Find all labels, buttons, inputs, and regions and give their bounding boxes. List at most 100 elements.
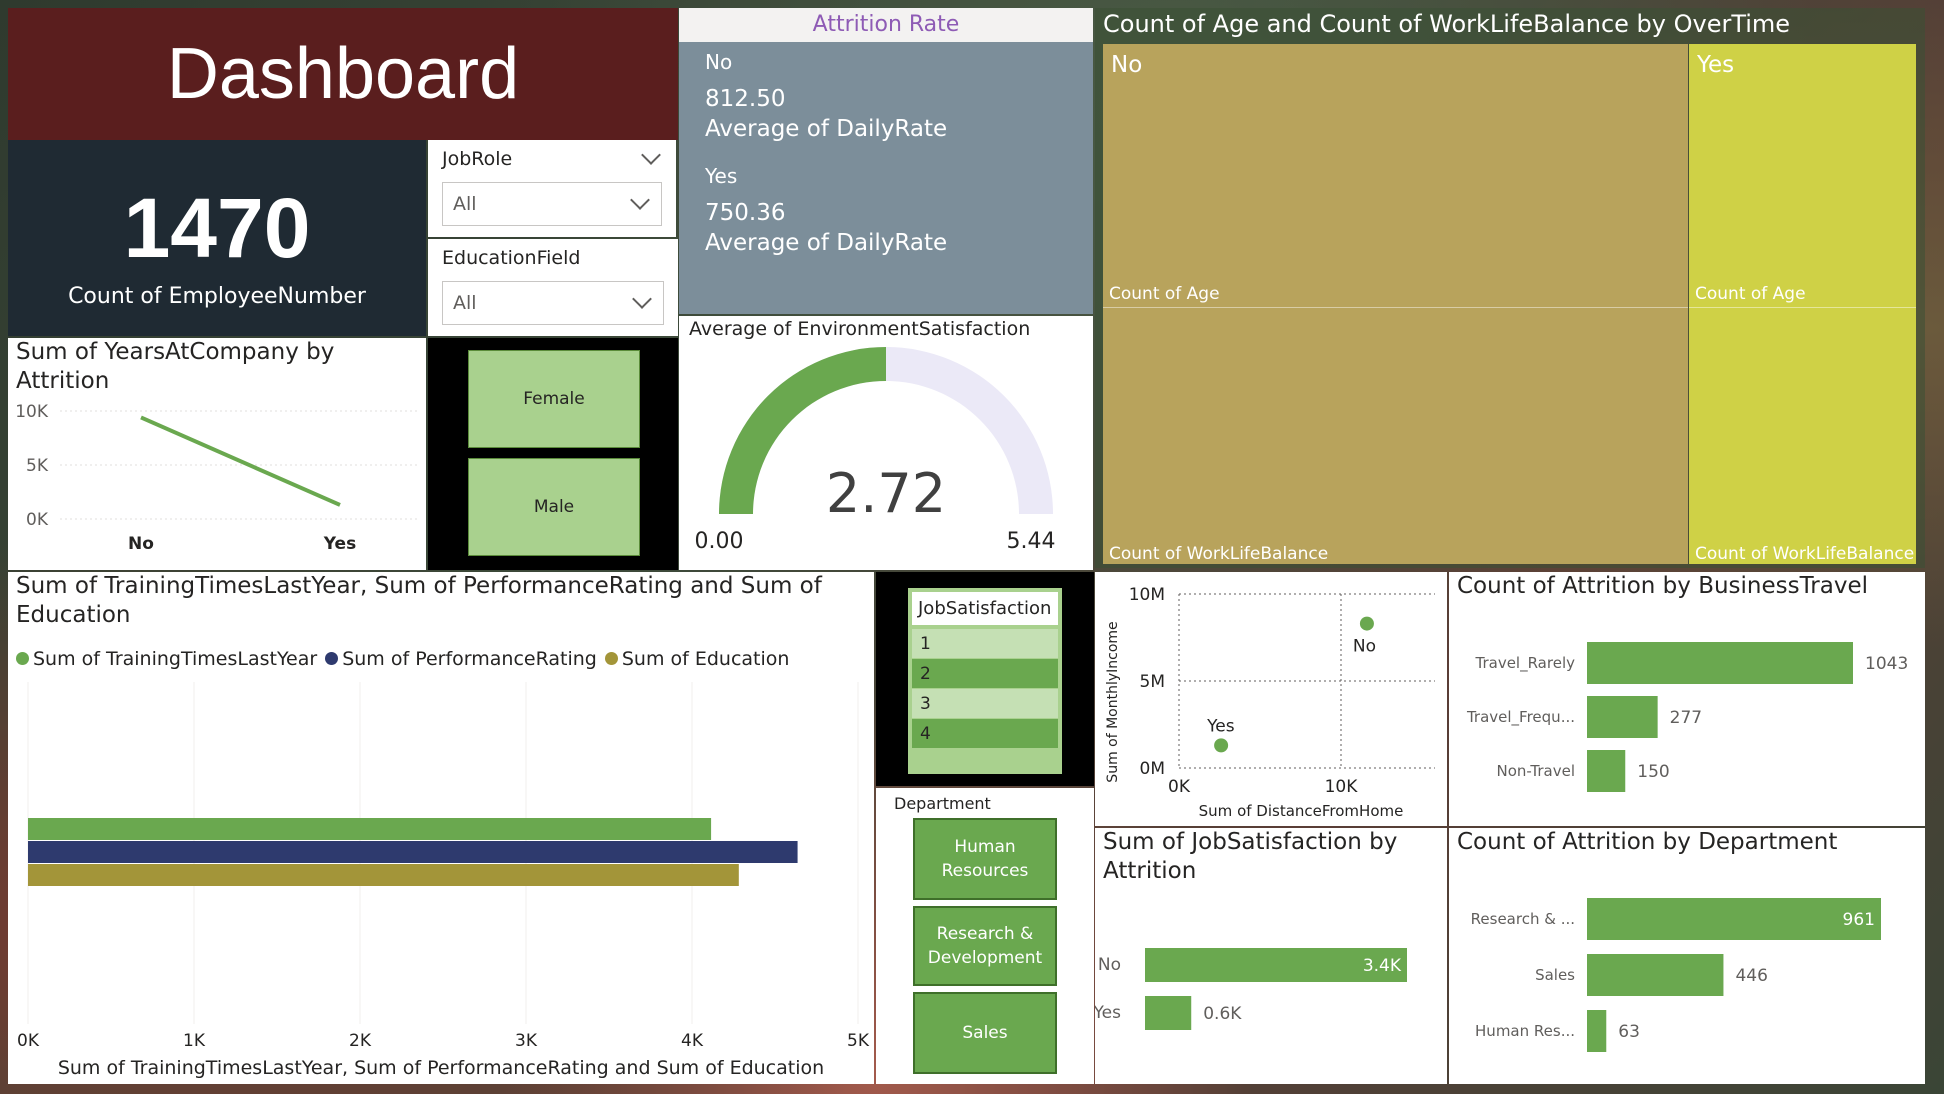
gauge-min: 0.00 <box>695 529 744 554</box>
x-tick: 1K <box>183 1031 206 1051</box>
attrition-rate-card[interactable]: Attrition Rate No 812.50 Average of Dail… <box>679 8 1093 314</box>
jobrole-label: JobRole <box>442 148 513 170</box>
jobsatisfaction-item-1[interactable]: 1 <box>912 629 1058 658</box>
y-tick: 10K <box>15 402 49 422</box>
attrition-no-label: No <box>705 50 733 74</box>
y-axis-title: Sum of MonthlyIncome <box>1105 621 1121 782</box>
chevron-down-icon <box>630 190 650 210</box>
department-slicer[interactable]: Department Human Resources Research & De… <box>876 788 1094 1084</box>
data-label: 1043 <box>1865 654 1908 674</box>
department-chart-card[interactable]: Count of Attrition by Department Researc… <box>1449 828 1925 1084</box>
scatter-chart[interactable]: Sum of MonthlyIncome 10M 5M 0M 0K 10K Su… <box>1095 572 1447 826</box>
scatter-point <box>1214 738 1229 753</box>
treemap-yes-bottom: Count of WorkLifeBalance <box>1695 544 1915 564</box>
gender-female-button[interactable]: Female <box>468 350 640 448</box>
gender-slicer[interactable]: Female Male <box>428 338 678 570</box>
x-axis-title: Sum of TrainingTimesLastYear, Sum of Per… <box>58 1057 824 1079</box>
department-bar-chart[interactable]: Research & ... 961 Sales 446 Human Res... 63 <box>1449 828 1925 1084</box>
x-tick: Yes <box>323 534 356 554</box>
treemap-title: Count of Age and Count of WorkLifeBalanc… <box>1103 10 1791 38</box>
y-tick: 0M <box>1140 759 1165 779</box>
bar <box>1587 954 1724 996</box>
treemap-no-bottom: Count of WorkLifeBalance <box>1109 544 1329 564</box>
category-label: Travel_Frequ... <box>1466 708 1575 727</box>
bar <box>1587 750 1626 792</box>
bar <box>1587 696 1658 738</box>
department-sales-button[interactable]: Sales <box>913 992 1057 1074</box>
y-tick: 0K <box>26 510 49 530</box>
point-label: Yes <box>1206 716 1235 736</box>
category-label: Sales <box>1535 966 1575 984</box>
department-hr-button[interactable]: Human Resources <box>913 818 1057 900</box>
data-label: 150 <box>1637 762 1669 782</box>
jobsatisfaction-item-3[interactable]: 3 <box>912 689 1058 718</box>
bar <box>1587 898 1881 940</box>
x-tick: 2K <box>349 1031 372 1051</box>
attrition-no-value: 812.50 <box>705 86 786 112</box>
attrition-no-measure: Average of DailyRate <box>705 116 948 142</box>
category-label: No <box>1098 955 1121 975</box>
department-rd-button[interactable]: Research & Development <box>913 906 1057 986</box>
jobsatisfaction-item-4[interactable]: 4 <box>912 719 1058 748</box>
gauge-max: 5.44 <box>1007 529 1056 554</box>
dashboard-header: Dashboard <box>8 8 678 140</box>
x-tick: 4K <box>681 1031 704 1051</box>
gender-male-button[interactable]: Male <box>468 458 640 556</box>
educationfield-label: EducationField <box>442 247 581 269</box>
treemap-no-top: Count of Age <box>1109 284 1220 304</box>
x-tick: 0K <box>17 1031 40 1051</box>
category-label: Non-Travel <box>1496 762 1575 780</box>
treemap-group-yes: Yes <box>1697 52 1735 78</box>
educationfield-dropdown[interactable]: All <box>442 281 664 325</box>
kpi-card[interactable]: 1470 Count of EmployeeNumber <box>8 140 426 336</box>
bar-performance-rating <box>28 841 798 863</box>
gauge-value: 2.72 <box>826 462 946 525</box>
jobsatisfaction-slicer[interactable]: JobSatisfaction 1 2 3 4 <box>876 572 1094 786</box>
business-travel-card[interactable]: Count of Attrition by BusinessTravel Tra… <box>1449 572 1925 826</box>
attrition-rate-title: Attrition Rate <box>679 8 1093 42</box>
jobrole-slicer[interactable]: JobRole All <box>428 140 676 237</box>
bar <box>1145 996 1192 1030</box>
gauge-chart[interactable]: 2.72 0.00 5.44 <box>679 316 1093 570</box>
x-tick: 5K <box>847 1031 870 1051</box>
educationfield-slicer[interactable]: EducationField All <box>428 239 678 336</box>
dashboard-title: Dashboard <box>166 34 520 114</box>
attrition-yes-label: Yes <box>705 164 738 188</box>
js-attrition-bar-chart[interactable]: No 3.4K Yes 0.6K <box>1095 828 1447 1084</box>
treemap-group-no: No <box>1111 52 1143 78</box>
treemap-card[interactable]: Count of Age and Count of WorkLifeBalanc… <box>1095 8 1925 568</box>
scatter-chart-card[interactable]: Sum of MonthlyIncome 10M 5M 0M 0K 10K Su… <box>1095 572 1447 826</box>
jobsatisfaction-item-2[interactable]: 2 <box>912 659 1058 688</box>
bar-training-times <box>28 818 712 840</box>
treemap-tile-yes[interactable]: Yes Count of Age Count of WorkLifeBalanc… <box>1689 44 1916 564</box>
x-tick: 10K <box>1325 777 1359 797</box>
kpi-label: Count of EmployeeNumber <box>68 284 366 309</box>
jobrole-value: All <box>453 193 477 215</box>
jobrole-dropdown[interactable]: All <box>442 182 662 226</box>
environment-gauge-card[interactable]: Average of EnvironmentSatisfaction 2.72 … <box>679 316 1093 570</box>
x-axis-title: Sum of DistanceFromHome <box>1199 802 1404 820</box>
data-label: 961 <box>1843 910 1875 930</box>
training-chart-card[interactable]: Sum of TrainingTimesLastYear, Sum of Per… <box>8 572 874 1084</box>
chevron-down-icon[interactable] <box>641 145 661 165</box>
data-label: 63 <box>1618 1022 1640 1042</box>
x-tick: 3K <box>515 1031 538 1051</box>
jobsatisfaction-label: JobSatisfaction <box>912 592 1058 625</box>
category-label: Human Res... <box>1475 1022 1575 1040</box>
y-tick: 5M <box>1140 672 1165 692</box>
department-label: Department <box>894 794 991 813</box>
educationfield-value: All <box>453 292 477 314</box>
treemap-yes-top: Count of Age <box>1695 284 1806 304</box>
treemap-tile-no[interactable]: No Count of Age Count of WorkLifeBalance <box>1103 44 1688 564</box>
attrition-yes-value: 750.36 <box>705 200 786 226</box>
y-tick: 10M <box>1129 585 1165 605</box>
x-tick: 0K <box>1168 777 1191 797</box>
training-bar-chart[interactable]: 0K 1K 2K 3K 4K 5K Sum of TrainingTimesLa… <box>8 572 874 1084</box>
years-at-company-card[interactable]: Sum of YearsAtCompany by Attrition 10K 5… <box>8 338 426 570</box>
business-travel-bar-chart[interactable]: Travel_Rarely 1043 Travel_Frequ... 277 Non-T… <box>1449 572 1925 826</box>
scatter-point <box>1359 616 1374 631</box>
js-attrition-card[interactable]: Sum of JobSatisfaction by Attrition No 3.… <box>1095 828 1447 1084</box>
series-line <box>140 415 341 507</box>
data-label: 446 <box>1735 966 1767 986</box>
years-line-chart[interactable]: 10K 5K 0K No Yes <box>8 338 426 570</box>
